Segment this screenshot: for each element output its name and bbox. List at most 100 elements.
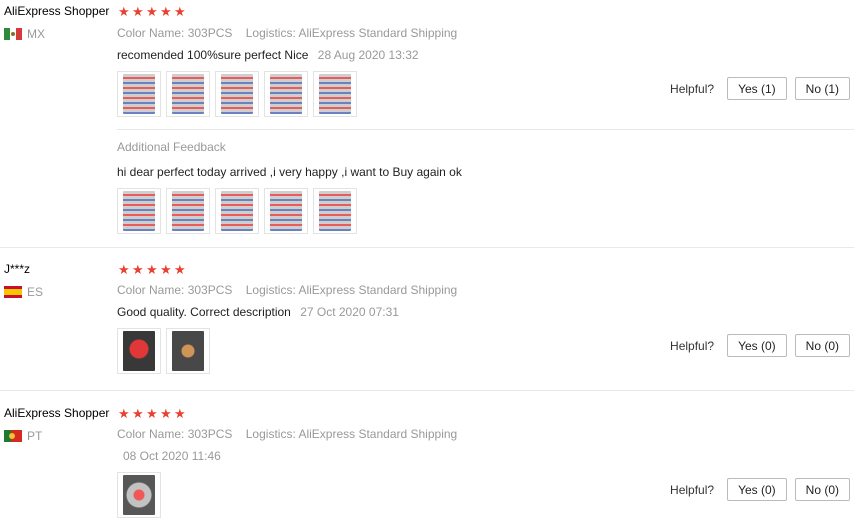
logistics-value: AliExpress Standard Shipping xyxy=(298,283,458,297)
review-separator xyxy=(0,390,854,391)
logistics-label: Logistics: xyxy=(245,427,296,441)
helpful-no-button[interactable]: No (0) xyxy=(794,334,850,357)
color-value: 303PCS xyxy=(187,26,233,40)
review-photos xyxy=(117,71,357,117)
photo-image xyxy=(270,74,302,114)
flag-es-icon xyxy=(4,286,22,298)
color-label: Color Name: xyxy=(117,26,185,40)
review-text: Good quality. Correct description 27 Oct… xyxy=(117,305,399,319)
order-info: Color Name: 303PCS Logistics: AliExpress… xyxy=(117,283,467,297)
review-date: 28 Aug 2020 13:32 xyxy=(317,48,419,62)
star-rating: ★ ★ ★ ★ ★ xyxy=(118,5,187,18)
review-photo[interactable] xyxy=(264,188,308,234)
helpful-vote: Helpful? Yes (0) No (0) xyxy=(670,478,850,501)
helpful-no-button[interactable]: No (0) xyxy=(794,478,850,501)
review-date: 27 Oct 2020 07:31 xyxy=(300,305,399,319)
star-icon: ★ xyxy=(132,406,144,421)
order-info: Color Name: 303PCS Logistics: AliExpress… xyxy=(117,427,467,441)
star-icon: ★ xyxy=(132,262,144,277)
star-icon: ★ xyxy=(146,4,158,19)
photo-image xyxy=(172,331,204,371)
photo-image xyxy=(319,191,351,231)
additional-feedback-text: hi dear perfect today arrived ,i very ha… xyxy=(117,165,462,179)
reviewer-country: ES xyxy=(4,285,43,299)
review-photo[interactable] xyxy=(264,71,308,117)
reviewer-name: AliExpress Shopper xyxy=(4,406,110,420)
review-photos xyxy=(117,328,210,374)
photo-image xyxy=(172,74,204,114)
logistics-value: AliExpress Standard Shipping xyxy=(298,26,458,40)
helpful-label: Helpful? xyxy=(670,81,715,96)
review-separator xyxy=(0,247,854,248)
star-icon: ★ xyxy=(160,406,172,421)
star-rating: ★ ★ ★ ★ ★ xyxy=(118,263,187,276)
star-icon: ★ xyxy=(118,4,130,19)
star-icon: ★ xyxy=(146,406,158,421)
additional-photos xyxy=(117,188,357,234)
review-text: recomended 100%sure perfect Nice 28 Aug … xyxy=(117,48,419,62)
review-text: 08 Oct 2020 11:46 xyxy=(117,449,221,463)
star-icon: ★ xyxy=(174,4,186,19)
feedback-content: Good quality. Correct description xyxy=(117,305,291,319)
review-photo[interactable] xyxy=(215,71,259,117)
review-photo[interactable] xyxy=(215,188,259,234)
reviewer-country: MX xyxy=(4,27,45,41)
reviewer-country: PT xyxy=(4,429,42,443)
review-photo[interactable] xyxy=(166,328,210,374)
helpful-vote: Helpful? Yes (1) No (1) xyxy=(670,77,850,100)
reviewer-name: AliExpress Shopper xyxy=(4,4,110,18)
helpful-vote: Helpful? Yes (0) No (0) xyxy=(670,334,850,357)
photo-image xyxy=(270,191,302,231)
order-info: Color Name: 303PCS Logistics: AliExpress… xyxy=(117,26,467,40)
star-icon: ★ xyxy=(160,262,172,277)
country-code: PT xyxy=(27,429,43,443)
feedback-content: recomended 100%sure perfect Nice xyxy=(117,48,309,62)
reviewer-name: J***z xyxy=(4,262,31,276)
star-icon: ★ xyxy=(132,4,144,19)
star-icon: ★ xyxy=(118,262,130,277)
additional-feedback-title: Additional Feedback xyxy=(117,140,226,154)
review-photo[interactable] xyxy=(313,71,357,117)
star-icon: ★ xyxy=(118,406,130,421)
review-photo[interactable] xyxy=(117,71,161,117)
review-photo[interactable] xyxy=(166,188,210,234)
helpful-yes-button[interactable]: Yes (0) xyxy=(727,478,787,501)
photo-image xyxy=(123,475,155,515)
color-value: 303PCS xyxy=(187,283,233,297)
photo-image xyxy=(221,74,253,114)
photo-image xyxy=(221,191,253,231)
review-photo[interactable] xyxy=(117,188,161,234)
logistics-label: Logistics: xyxy=(245,283,296,297)
helpful-yes-button[interactable]: Yes (1) xyxy=(727,77,787,100)
logistics-value: AliExpress Standard Shipping xyxy=(298,427,458,441)
helpful-label: Helpful? xyxy=(670,338,715,353)
review-photo[interactable] xyxy=(117,472,161,518)
photo-image xyxy=(123,331,155,371)
helpful-no-button[interactable]: No (1) xyxy=(794,77,850,100)
star-icon: ★ xyxy=(146,262,158,277)
star-icon: ★ xyxy=(174,406,186,421)
logistics-label: Logistics: xyxy=(245,26,296,40)
photo-image xyxy=(123,74,155,114)
color-label: Color Name: xyxy=(117,427,185,441)
star-icon: ★ xyxy=(174,262,186,277)
helpful-yes-button[interactable]: Yes (0) xyxy=(727,334,787,357)
photo-image xyxy=(319,74,351,114)
flag-pt-icon xyxy=(4,430,22,442)
flag-mx-icon xyxy=(4,28,22,40)
review-date: 08 Oct 2020 11:46 xyxy=(123,449,221,463)
review-photo[interactable] xyxy=(117,328,161,374)
divider xyxy=(117,129,854,130)
country-code: ES xyxy=(27,285,44,299)
photo-image xyxy=(123,191,155,231)
photo-image xyxy=(172,191,204,231)
review-photo[interactable] xyxy=(166,71,210,117)
helpful-label: Helpful? xyxy=(670,482,715,497)
color-label: Color Name: xyxy=(117,283,185,297)
country-code: MX xyxy=(27,27,45,41)
star-icon: ★ xyxy=(160,4,172,19)
review-photo[interactable] xyxy=(313,188,357,234)
color-value: 303PCS xyxy=(187,427,233,441)
star-rating: ★ ★ ★ ★ ★ xyxy=(118,407,187,420)
review-photos xyxy=(117,472,161,518)
